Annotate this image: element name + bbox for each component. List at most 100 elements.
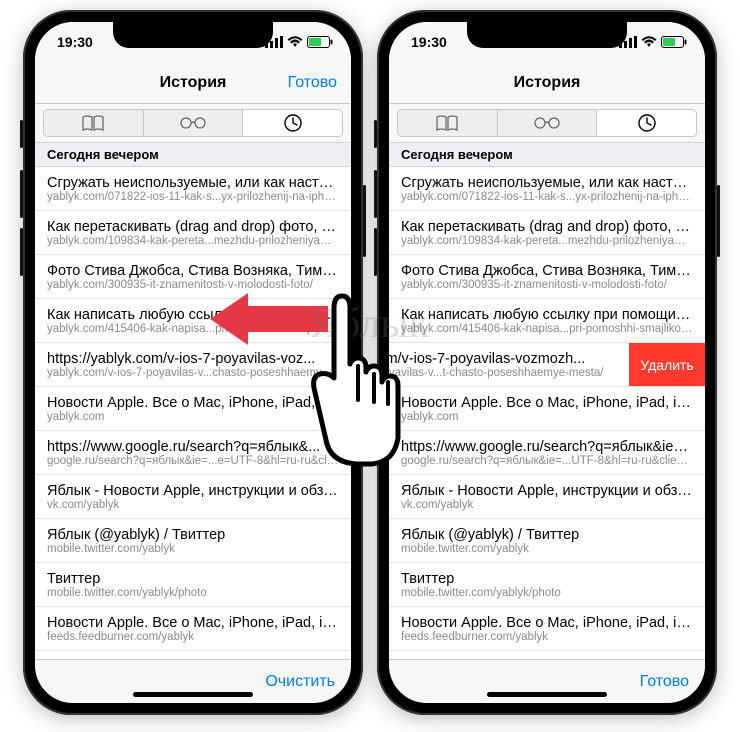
- section-header: Сегодня вечером: [389, 142, 705, 167]
- row-subtitle: yablyk.com/300935-it-znamenitosti-v-molo…: [47, 279, 339, 291]
- tab-history[interactable]: [243, 109, 343, 137]
- segmented-control: [389, 104, 705, 142]
- row-title: Твиттер: [47, 571, 339, 587]
- history-row[interactable]: Фото Стива Джобса, Стива Возняка, Тима К…: [389, 255, 705, 299]
- mute-switch[interactable]: [374, 120, 377, 148]
- row-subtitle: feeds.feedburner.com/yablyk: [47, 631, 339, 643]
- volume-down-button[interactable]: [374, 228, 377, 276]
- history-row[interactable]: Как написать любую ссылку при помощи см.…: [389, 299, 705, 343]
- row-title: https://www.google.ru/search?q=яблык&...: [47, 439, 339, 455]
- row-title: Твиттер: [401, 571, 693, 587]
- history-row[interactable]: https://www.google.ru/search?q=яблык&ie=…: [389, 431, 705, 475]
- battery-icon: [661, 36, 687, 48]
- row-title: Яблык (@yablyk) / Твиттер: [47, 527, 339, 543]
- row-title: Яблык (@yablyk) / Твиттер: [401, 527, 693, 543]
- row-title: Новости Apple. Все о Mac, iPhone, iPad, …: [401, 615, 693, 631]
- tab-history[interactable]: [597, 109, 697, 137]
- row-subtitle: vk.com/yablyk: [401, 499, 693, 511]
- hand-pointer-icon: [298, 290, 408, 475]
- history-row[interactable]: Твиттерmobile.twitter.com/yablyk/photo: [35, 563, 351, 607]
- row-subtitle: vk.com/yablyk: [47, 499, 339, 511]
- tab-reading-list[interactable]: [498, 109, 598, 137]
- history-row[interactable]: Как перетаскивать (drag and drop) фото, …: [389, 211, 705, 255]
- done-button[interactable]: Готово: [288, 62, 337, 103]
- phone-right: 19:30 История: [377, 10, 717, 715]
- row-subtitle: m/v-ios-7-poyavilas-v...t-chasto-poseshh…: [389, 367, 617, 379]
- history-row[interactable]: Сгружать неиспользуемые, или как настрои…: [389, 167, 705, 211]
- row-title: Яблык - Новости Apple, инструкции и обзо…: [47, 483, 339, 499]
- glasses-icon: [534, 117, 560, 129]
- volume-down-button[interactable]: [20, 228, 23, 276]
- page-title: История: [514, 74, 581, 92]
- row-title: Яблык - Новости Apple, инструкции и обзо…: [401, 483, 693, 499]
- section-header: Сегодня вечером: [35, 142, 351, 167]
- segmented-control: [35, 104, 351, 142]
- history-row[interactable]: Новости Apple. Все о Mac, iPhone, iPad, …: [389, 387, 705, 431]
- row-subtitle: yablyk.com/300935-it-znamenitosti-v-molo…: [401, 279, 693, 291]
- home-indicator[interactable]: [133, 692, 253, 697]
- row-title: Как написать любую ссылку при помощи см.…: [401, 307, 693, 323]
- row-subtitle: mobile.twitter.com/yablyk/photo: [47, 587, 339, 599]
- tab-bookmarks[interactable]: [43, 109, 144, 137]
- row-title: yablyk.com/v-ios-7-poyavilas-vozmozh...: [389, 351, 617, 367]
- row-subtitle: yablyk.com: [47, 411, 339, 423]
- row-subtitle: yablyk.com/415406-kak-napisa...pri-pomos…: [401, 323, 693, 335]
- history-row[interactable]: Яблык (@yablyk) / Твиттерmobile.twitter.…: [389, 519, 705, 563]
- row-title: Фото Стива Джобса, Стива Возняка, Тима К…: [47, 263, 339, 279]
- wifi-icon: [641, 36, 657, 48]
- clock: 19:30: [411, 34, 447, 50]
- power-button[interactable]: [717, 185, 720, 257]
- history-row[interactable]: Яблык - Новости Apple, инструкции и обзо…: [35, 475, 351, 519]
- history-row[interactable]: Твиттерmobile.twitter.com/yablyk/photo: [389, 563, 705, 607]
- tab-reading-list[interactable]: [144, 109, 244, 137]
- row-subtitle: yablyk.com/071822-ios-11-kak-s...yx-pril…: [401, 191, 693, 203]
- row-title: Как перетаскивать (drag and drop) фото, …: [47, 219, 339, 235]
- row-subtitle: mobile.twitter.com/yablyk: [401, 543, 693, 555]
- notch: [113, 22, 273, 48]
- row-subtitle: google.ru/search?q=яблык&ie=...UTF-8&hl=…: [401, 455, 693, 467]
- wifi-icon: [287, 36, 303, 48]
- swipe-arrow-icon: [210, 293, 248, 345]
- book-icon: [82, 115, 104, 131]
- history-row[interactable]: Как перетаскивать (drag and drop) фото, …: [35, 211, 351, 255]
- row-title: Сгружать неиспользуемые, или как настрои…: [401, 175, 693, 191]
- power-button[interactable]: [363, 185, 366, 257]
- tab-bookmarks[interactable]: [397, 109, 498, 137]
- volume-up-button[interactable]: [20, 170, 23, 218]
- done-button[interactable]: Готово: [640, 673, 689, 691]
- book-icon: [436, 115, 458, 131]
- clear-button[interactable]: Очистить: [265, 673, 335, 691]
- row-title: https://www.google.ru/search?q=яблык&ie=…: [401, 439, 693, 455]
- row-title: Новости Apple. Все о Mac, iPhone, iPad, …: [401, 395, 693, 411]
- clock-icon: [638, 114, 656, 132]
- volume-up-button[interactable]: [374, 170, 377, 218]
- page-title: История: [160, 74, 227, 92]
- row-subtitle: mobile.twitter.com/yablyk/photo: [401, 587, 693, 599]
- history-row[interactable]: Новости Apple. Все о Mac, iPhone, iPad, …: [389, 607, 705, 651]
- home-indicator[interactable]: [487, 692, 607, 697]
- row-subtitle: feeds.feedburner.com/yablyk: [401, 631, 693, 643]
- nav-bar: История: [389, 62, 705, 104]
- row-subtitle: yablyk.com/109834-kak-pereta...mezhdu-pr…: [47, 235, 339, 247]
- row-subtitle: mobile.twitter.com/yablyk: [47, 543, 339, 555]
- row-subtitle: google.ru/search?q=яблык&ie=...e=UTF-8&h…: [47, 455, 339, 467]
- history-row[interactable]: yablyk.com/v-ios-7-poyavilas-vozmozh...m…: [389, 343, 705, 387]
- battery-icon: [307, 36, 333, 48]
- history-row[interactable]: Новости Apple. Все о Mac, iPhone, iPad, …: [35, 607, 351, 651]
- row-title: Как перетаскивать (drag and drop) фото, …: [401, 219, 693, 235]
- history-row[interactable]: Яблык - Новости Apple, инструкции и обзо…: [389, 475, 705, 519]
- clock-icon: [284, 114, 302, 132]
- history-row[interactable]: Сгружать неиспользуемые, или как настрои…: [35, 167, 351, 211]
- clock: 19:30: [57, 34, 93, 50]
- row-subtitle: yablyk.com/109834-kak-pereta...mezhdu-pr…: [401, 235, 693, 247]
- nav-bar: История Готово: [35, 62, 351, 104]
- history-row[interactable]: Яблык (@yablyk) / Твиттерmobile.twitter.…: [35, 519, 351, 563]
- row-subtitle: yablyk.com/v-ios-7-poyavilas-v...chasto-…: [47, 367, 339, 379]
- row-subtitle: yablyk.com: [401, 411, 693, 423]
- history-list[interactable]: Сгружать неиспользуемые, или как настрои…: [389, 167, 705, 659]
- row-title: Сгружать неиспользуемые, или как настрои…: [47, 175, 339, 191]
- row-title: Новости Apple. Все о Mac, iPhone, iPad, …: [47, 615, 339, 631]
- delete-button[interactable]: Удалить: [629, 343, 705, 386]
- mute-switch[interactable]: [20, 120, 23, 148]
- row-title: Фото Стива Джобса, Стива Возняка, Тима К…: [401, 263, 693, 279]
